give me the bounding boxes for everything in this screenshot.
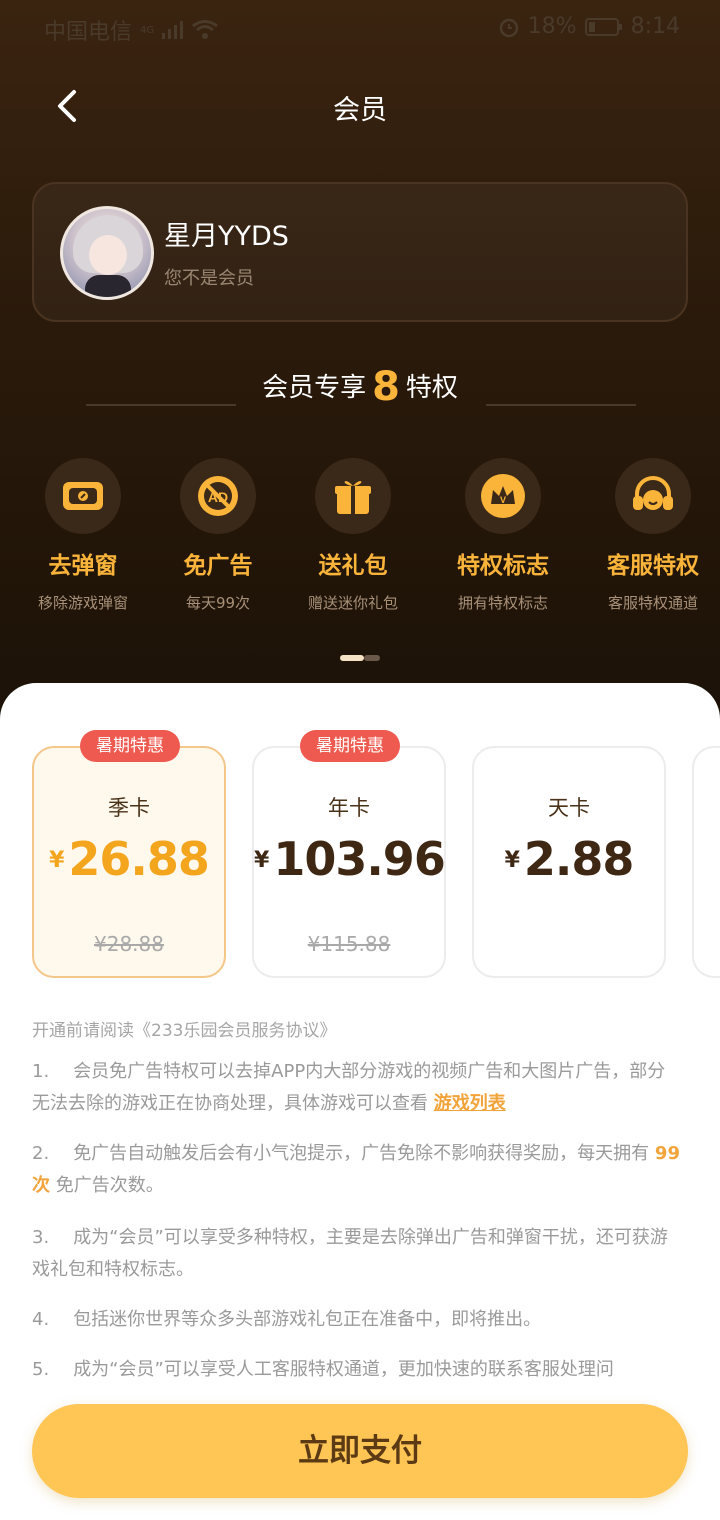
privilege-count: 8 xyxy=(372,364,400,410)
original-price: ¥28.88 xyxy=(94,932,164,956)
feature-no-ads[interactable]: AD 免广告 每天99次 xyxy=(143,458,293,613)
rule-number: 5. xyxy=(32,1359,50,1380)
pay-now-button[interactable]: 立即支付 xyxy=(32,1404,688,1498)
plan-card-quarterly[interactable]: 季卡 ¥26.88 ¥28.88 xyxy=(32,746,226,978)
user-name: 星月YYDS xyxy=(164,221,289,252)
promo-badge: 暑期特惠 xyxy=(80,730,180,762)
feature-name: 送礼包 xyxy=(318,553,388,579)
signal-icon xyxy=(162,21,184,39)
plan-card-more[interactable] xyxy=(692,746,720,978)
wifi-icon xyxy=(192,20,219,39)
rule-text: 免广告自动触发后会有小气泡提示，广告免除不影响获得奖励，每天拥有 xyxy=(73,1143,650,1164)
game-list-link[interactable]: 游戏列表 xyxy=(434,1093,506,1114)
rule-item: 1. 会员免广告特权可以去掉APP内大部分游戏的视频广告和大图片广告，部分无法去除… xyxy=(32,1056,682,1120)
network-type: 4G xyxy=(140,24,155,36)
feature-desc: 赠送迷你礼包 xyxy=(307,594,398,612)
rule-number: 2. xyxy=(32,1143,50,1164)
rule-number: 1. xyxy=(32,1061,50,1082)
feature-gift[interactable]: 送礼包 赠送迷你礼包 xyxy=(278,458,428,613)
rule-text: 免广告次数。 xyxy=(55,1175,164,1196)
feature-desc: 移除游戏弹窗 xyxy=(37,594,128,612)
rule-text: 包括迷你世界等众多头部游戏礼包正在准备中，即将推出。 xyxy=(73,1309,542,1330)
privilege-suffix: 特权 xyxy=(405,373,458,403)
battery-percent: 18% xyxy=(527,14,577,39)
currency-symbol: ¥ xyxy=(49,848,65,873)
nav-header: 会员 xyxy=(0,72,720,140)
plan-price: ¥26.88 xyxy=(34,832,224,886)
headset-icon xyxy=(615,458,691,534)
status-bar: 中国电信 4G 18% 8:14 xyxy=(0,0,720,56)
rule-text: 成为“会员”可以享受人工客服特权通道，更加快速的联系客服处理问 xyxy=(73,1359,614,1380)
price-amount: 26.88 xyxy=(68,832,210,886)
gift-icon xyxy=(315,458,391,534)
avatar[interactable] xyxy=(60,206,154,300)
plan-price: ¥2.88 xyxy=(474,832,664,886)
feature-desc: 拥有特权标志 xyxy=(457,594,548,612)
plan-card-daily[interactable]: 天卡 ¥2.88 xyxy=(472,746,666,978)
rule-item: 2. 免广告自动触发后会有小气泡提示，广告免除不影响获得奖励，每天拥有 99次 免… xyxy=(32,1138,682,1202)
page-indicator xyxy=(340,655,380,663)
alarm-icon xyxy=(499,18,518,37)
svg-text:V: V xyxy=(500,495,506,505)
rule-item: 5. 成为“会员”可以享受人工客服特权通道，更加快速的联系客服处理问 xyxy=(32,1354,682,1386)
page-dot xyxy=(364,655,380,661)
feature-desc: 每天99次 xyxy=(185,594,251,612)
privilege-prefix: 会员专享 xyxy=(262,373,367,403)
feature-name: 特权标志 xyxy=(457,553,549,579)
crown-icon: V xyxy=(465,458,541,534)
feature-name: 去弹窗 xyxy=(48,553,118,579)
battery-icon xyxy=(584,17,622,36)
rule-item: 4. 包括迷你世界等众多头部游戏礼包正在准备中，即将推出。 xyxy=(32,1304,682,1336)
rule-text: 会员免广告特权可以去掉APP内大部分游戏的视频广告和大图片广告，部分无法去除的游… xyxy=(32,1061,666,1114)
promo-badge: 暑期特惠 xyxy=(300,730,400,762)
feature-remove-popup[interactable]: 去弹窗 移除游戏弹窗 xyxy=(8,458,158,613)
rule-text: 成为“会员”可以享受多种特权，主要是去除弹出广告和弹窗干扰，还可获游戏礼包和特权… xyxy=(32,1227,668,1280)
price-amount: 103.96 xyxy=(273,832,446,886)
plan-name: 天卡 xyxy=(548,796,590,820)
plan-card-yearly[interactable]: 年卡 ¥103.96 ¥115.88 xyxy=(252,746,446,978)
original-price: ¥115.88 xyxy=(307,932,391,956)
page-dot-active xyxy=(340,655,364,661)
feature-name: 客服特权 xyxy=(607,553,699,579)
rule-number: 4. xyxy=(32,1309,50,1330)
card-icon xyxy=(45,458,121,534)
member-status: 您不是会员 xyxy=(164,268,254,289)
profile-card: 星月YYDS 您不是会员 xyxy=(32,182,688,322)
feature-badge[interactable]: V 特权标志 拥有特权标志 xyxy=(428,458,578,613)
currency-symbol: ¥ xyxy=(254,848,270,873)
agreement-link[interactable]: 开通前请阅读《233乐园会员服务协议》 xyxy=(32,1016,336,1041)
clock: 8:14 xyxy=(630,14,680,39)
divider-right xyxy=(486,404,636,406)
feature-desc: 客服特权通道 xyxy=(607,594,698,612)
feature-service[interactable]: 客服特权 客服特权通道 xyxy=(578,458,720,613)
price-amount: 2.88 xyxy=(523,832,634,886)
no-ad-icon: AD xyxy=(180,458,256,534)
privilege-heading: 会员专享 8 特权 xyxy=(0,364,720,414)
page-title: 会员 xyxy=(333,95,387,126)
plan-price: ¥103.96 xyxy=(254,832,446,886)
carrier-label: 中国电信 xyxy=(44,20,133,45)
plan-name: 季卡 xyxy=(108,796,150,820)
rule-item: 3. 成为“会员”可以享受多种特权，主要是去除弹出广告和弹窗干扰，还可获游戏礼包和… xyxy=(32,1222,682,1286)
plan-name: 年卡 xyxy=(328,796,370,820)
feature-name: 免广告 xyxy=(183,553,253,579)
rule-number: 3. xyxy=(32,1227,50,1248)
currency-symbol: ¥ xyxy=(504,848,520,873)
